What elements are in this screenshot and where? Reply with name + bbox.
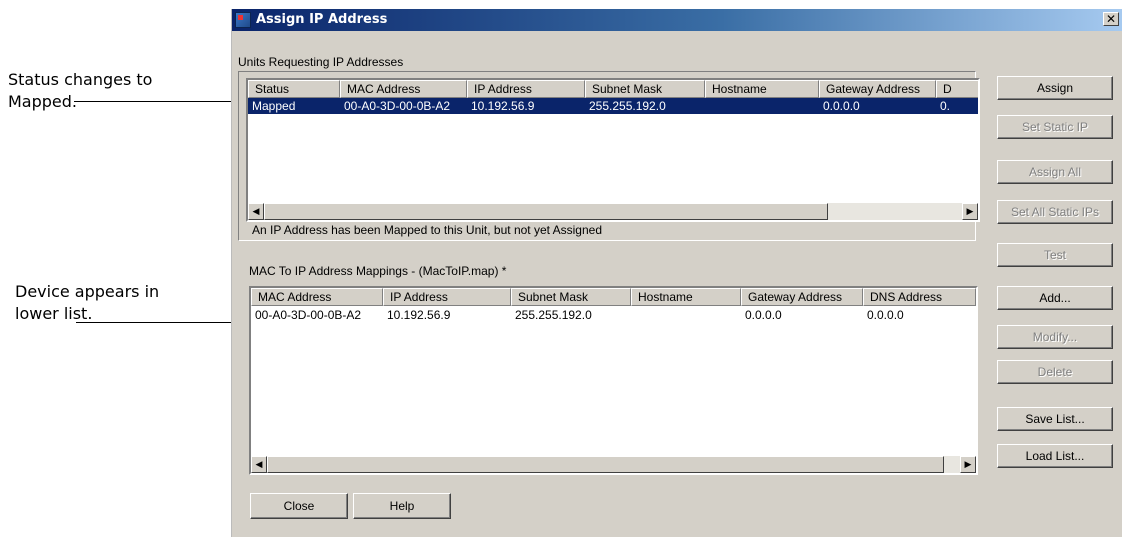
- table-row[interactable]: Mapped 00-A0-3D-00-0B-A2 10.192.56.9 255…: [248, 98, 978, 114]
- scroll-thumb[interactable]: [264, 203, 828, 220]
- cell-dns-address: 0.0.0.0: [867, 308, 904, 322]
- cell-ip-address: 10.192.56.9: [471, 99, 535, 113]
- close-icon[interactable]: ✕: [1103, 12, 1119, 26]
- load-list-button[interactable]: Load List...: [997, 444, 1113, 468]
- col-mac-address[interactable]: MAC Address: [251, 288, 383, 306]
- col-gateway-address[interactable]: Gateway Address: [819, 80, 936, 98]
- save-list-button[interactable]: Save List...: [997, 407, 1113, 431]
- assign-ip-dialog: Assign IP Address ✕ Units Requesting IP …: [231, 9, 1122, 537]
- mappings-label: MAC To IP Address Mappings - (MacToIP.ma…: [249, 264, 507, 278]
- col-subnet-mask[interactable]: Subnet Mask: [511, 288, 631, 306]
- col-hostname[interactable]: Hostname: [705, 80, 819, 98]
- cell-gateway-address: 0.0.0.0: [823, 99, 860, 113]
- col-ip-address[interactable]: IP Address: [383, 288, 511, 306]
- cell-status: Mapped: [252, 99, 296, 113]
- cell-hostname: [631, 307, 741, 323]
- cell-subnet-mask: 255.255.192.0: [515, 308, 592, 322]
- scroll-left-icon[interactable]: ◀: [251, 456, 267, 473]
- units-status-text: An IP Address has been Mapped to this Un…: [252, 223, 603, 237]
- scroll-thumb[interactable]: [267, 456, 944, 473]
- cell-dns-address: 0.: [940, 99, 951, 113]
- callout-status-line1: Status changes to: [8, 70, 153, 89]
- title-bar[interactable]: Assign IP Address ✕: [232, 9, 1122, 31]
- col-hostname[interactable]: Hostname: [631, 288, 741, 306]
- app-icon: [235, 12, 251, 28]
- col-gateway-address[interactable]: Gateway Address: [741, 288, 863, 306]
- help-button[interactable]: Help: [353, 493, 451, 519]
- callout-status: Status changes to Mapped.: [8, 69, 152, 113]
- cell-subnet-mask: 255.255.192.0: [589, 99, 666, 113]
- callout-device-line1: Device appears in: [15, 282, 160, 301]
- cell-gateway-address: 0.0.0.0: [745, 308, 782, 322]
- callout-device: Device appears in lower list.: [15, 281, 159, 325]
- cell-mac-address: 00-A0-3D-00-0B-A2: [255, 308, 362, 322]
- units-horizontal-scrollbar[interactable]: ◀ ▶: [248, 203, 978, 220]
- col-dns-address[interactable]: D: [936, 80, 978, 98]
- delete-button[interactable]: Delete: [997, 360, 1113, 384]
- col-subnet-mask[interactable]: Subnet Mask: [585, 80, 705, 98]
- mappings-horizontal-scrollbar[interactable]: ◀ ▶: [251, 456, 976, 473]
- mappings-list-header: MAC Address IP Address Subnet Mask Hostn…: [251, 288, 976, 306]
- modify-button[interactable]: Modify...: [997, 325, 1113, 349]
- table-row[interactable]: 00-A0-3D-00-0B-A2 10.192.56.9 255.255.19…: [251, 307, 976, 323]
- set-static-ip-button[interactable]: Set Static IP: [997, 115, 1113, 139]
- callout-status-line2: Mapped.: [8, 92, 78, 111]
- cell-hostname: [705, 98, 819, 114]
- col-status[interactable]: Status: [248, 80, 340, 98]
- units-requesting-list[interactable]: Status MAC Address IP Address Subnet Mas…: [246, 78, 980, 222]
- units-list-header: Status MAC Address IP Address Subnet Mas…: [248, 80, 978, 98]
- test-button[interactable]: Test: [997, 243, 1113, 267]
- col-dns-address[interactable]: DNS Address: [863, 288, 976, 306]
- cell-mac-address: 00-A0-3D-00-0B-A2: [344, 99, 451, 113]
- scroll-right-icon[interactable]: ▶: [960, 456, 976, 473]
- callout-status-leader: [74, 101, 251, 102]
- callout-device-leader: [76, 322, 251, 323]
- set-all-static-ips-button[interactable]: Set All Static IPs: [997, 200, 1113, 224]
- cell-ip-address: 10.192.56.9: [387, 308, 451, 322]
- add-button[interactable]: Add...: [997, 286, 1113, 310]
- units-requesting-label: Units Requesting IP Addresses: [238, 55, 404, 69]
- window-title: Assign IP Address: [256, 12, 388, 27]
- col-mac-address[interactable]: MAC Address: [340, 80, 467, 98]
- mac-to-ip-mappings-list[interactable]: MAC Address IP Address Subnet Mask Hostn…: [249, 286, 978, 475]
- close-button[interactable]: Close: [250, 493, 348, 519]
- col-ip-address[interactable]: IP Address: [467, 80, 585, 98]
- assign-all-button[interactable]: Assign All: [997, 160, 1113, 184]
- scroll-right-icon[interactable]: ▶: [962, 203, 978, 220]
- assign-button[interactable]: Assign: [997, 76, 1113, 100]
- scroll-left-icon[interactable]: ◀: [248, 203, 264, 220]
